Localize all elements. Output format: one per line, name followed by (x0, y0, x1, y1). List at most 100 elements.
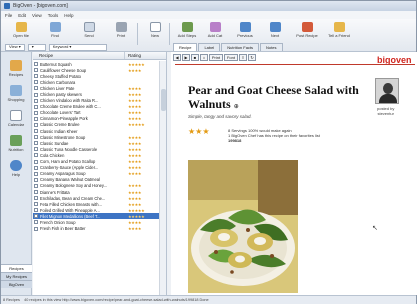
row-checkbox[interactable] (34, 74, 38, 79)
menu-file[interactable]: File (5, 13, 12, 18)
keyword-dropdown[interactable]: Keyword ▾ (48, 43, 107, 51)
row-checkbox[interactable] (34, 220, 38, 225)
print-recipe-button[interactable]: Print (209, 54, 223, 61)
info-icon[interactable]: ⊕ (234, 104, 239, 110)
row-checkbox[interactable] (34, 80, 38, 85)
tab-nutrition[interactable]: Nutrition Facts (221, 43, 260, 51)
add-steps-button[interactable]: Add Steps (173, 22, 201, 40)
stop-button[interactable]: ■ (191, 54, 199, 61)
add-category-button[interactable]: Add Cat (201, 22, 229, 40)
recipe-row[interactable]: Butternut Squash ★★★★★ (33, 61, 159, 67)
send-button[interactable]: Send (75, 22, 103, 40)
tell-friend-button[interactable]: Tell a Friend (325, 22, 353, 40)
bottom-tab-bigoven[interactable]: BigOven (1, 280, 32, 288)
recipe-row[interactable]: Chocolate Creme Brulee with C... ★★★★ (33, 104, 159, 110)
nav-shopping[interactable]: Shopping (5, 85, 27, 102)
recipe-row[interactable]: Chicken Vindaloo with Raita R... ★★★★ (33, 98, 159, 104)
row-checkbox[interactable] (34, 129, 38, 134)
recipe-row[interactable]: Cinnamon-Pineapple Pork ★★★★ (33, 116, 159, 122)
row-checkbox[interactable] (34, 153, 38, 158)
column-recipe[interactable]: Recipe (33, 52, 125, 59)
refresh-button[interactable]: ↻ (248, 54, 256, 61)
row-checkbox[interactable] (34, 86, 38, 91)
recipe-row[interactable]: Classic Sundae ★★★★ (33, 140, 159, 146)
bottom-tab-recipes[interactable]: Recipes (1, 264, 32, 272)
view-dropdown[interactable]: View ▾ (5, 43, 25, 51)
recipe-row[interactable]: Dianne's Frittata ★★★★ (33, 189, 159, 195)
recipe-row[interactable]: Chocolate Lovers' Tart ★★★★ (33, 110, 159, 116)
nav-recipes[interactable]: Recipes (5, 60, 27, 77)
back-button[interactable]: ◀ (173, 54, 181, 61)
recipe-row[interactable]: Corn, Ham and Potato Scallop ★★★★ (33, 159, 159, 165)
row-checkbox[interactable] (34, 110, 38, 115)
recipe-row[interactable]: Filet Mignon Medallions (Beef T... ★★★★★ (33, 213, 159, 220)
row-checkbox[interactable] (34, 92, 38, 97)
row-checkbox[interactable] (34, 196, 38, 201)
row-checkbox[interactable] (34, 104, 38, 109)
recipe-row[interactable]: Enchiladas, Bean and Cream Che... ★★★★ (33, 195, 159, 201)
recipe-row[interactable]: Classic Minestrone Soup ★★★★ (33, 134, 159, 140)
recipe-row[interactable]: Cauliflower Cheese Soup ★★★★ (33, 67, 159, 73)
menu-tools[interactable]: Tools (48, 13, 59, 18)
row-checkbox[interactable] (34, 159, 38, 164)
poster-name[interactable]: steventur (377, 111, 394, 116)
poster-avatar[interactable] (375, 78, 399, 104)
menu-edit[interactable]: Edit (18, 13, 26, 18)
tab-notes[interactable]: Notes (260, 43, 283, 51)
row-checkbox[interactable] (34, 141, 38, 146)
print-button[interactable]: Print (107, 22, 135, 40)
row-checkbox[interactable] (34, 122, 38, 127)
recipe-row[interactable]: Foiled Grilled With Pineapple A... ★★★★★ (33, 207, 159, 213)
nav-calendar[interactable]: Calendar (5, 110, 27, 127)
scrollbar-thumb[interactable] (161, 89, 166, 111)
row-checkbox[interactable] (34, 171, 38, 176)
row-checkbox[interactable] (34, 68, 38, 73)
recipe-row[interactable]: French Onion Soup ★★★★ (33, 219, 159, 225)
row-checkbox[interactable] (34, 208, 38, 213)
recipe-rating[interactable]: ★★★ (188, 127, 210, 136)
recipe-row[interactable]: Cranberry-Sauce (Apple Cider... ★★★★ (33, 165, 159, 171)
list-button[interactable]: ≡ (239, 54, 247, 61)
row-checkbox[interactable] (34, 147, 38, 152)
home-button[interactable]: ⌂ (200, 54, 208, 61)
recipe-row[interactable]: Creamy Bolognese Soy and Honey... ★★★★ (33, 183, 159, 189)
next-button[interactable]: Next (261, 22, 289, 40)
row-checkbox[interactable] (34, 190, 38, 195)
forward-button[interactable]: ▶ (182, 54, 190, 61)
menu-help[interactable]: Help (64, 13, 73, 18)
recipe-row[interactable]: Creamy Asparagus Soup ★★★★ (33, 171, 159, 177)
column-rating[interactable]: Rating (125, 52, 159, 59)
new-button[interactable]: New (141, 22, 169, 40)
row-checkbox[interactable] (34, 116, 38, 121)
recipe-row[interactable]: Feta Filled Chicken Breasts with... ★★★★ (33, 201, 159, 207)
view-filter[interactable]: ▾ (27, 43, 46, 51)
recipe-row[interactable]: Fresh Fish in Beer Batter ★★★★ (33, 226, 159, 232)
nav-help[interactable]: Help (5, 160, 27, 177)
recipe-row[interactable]: Cola Chicken ★★★★ (33, 152, 159, 158)
previous-button[interactable]: Previous (231, 22, 259, 40)
row-checkbox[interactable] (34, 135, 38, 140)
recipe-row[interactable]: Classic Tuna Noodle Casserole ★★★★ (33, 146, 159, 152)
row-checkbox[interactable] (34, 183, 38, 188)
row-checkbox[interactable] (34, 226, 38, 231)
row-checkbox[interactable] (34, 214, 38, 219)
font-button[interactable]: Font (224, 54, 238, 61)
row-checkbox[interactable] (34, 98, 38, 103)
row-checkbox[interactable] (34, 62, 38, 67)
row-checkbox[interactable] (34, 202, 38, 207)
row-checkbox[interactable] (34, 177, 38, 182)
recipe-row[interactable]: Classic Creme Brulee ★★★★★ (33, 122, 159, 128)
recipe-row[interactable]: Chicken Liver Pate ★★★★ (33, 85, 159, 91)
tab-recipe[interactable]: Recipe (173, 43, 198, 51)
open-file-button[interactable]: Open file (7, 22, 35, 40)
post-recipe-button[interactable]: Post Recipe (293, 22, 321, 40)
row-checkbox[interactable] (34, 165, 38, 170)
bottom-tab-my-recipes[interactable]: My Recipes (1, 272, 32, 280)
recipe-row[interactable]: Chicken pasty skewers ★★★★ (33, 91, 159, 97)
find-button[interactable]: Find (41, 22, 69, 40)
recipe-list-scrollbar[interactable] (159, 61, 166, 295)
tab-label[interactable]: Label (198, 43, 221, 51)
favorites-line[interactable]: 1 BigOven Chef has this recipe on their … (228, 133, 320, 138)
nav-nutrition[interactable]: Nutrition (5, 135, 27, 152)
menu-view[interactable]: View (32, 13, 42, 18)
